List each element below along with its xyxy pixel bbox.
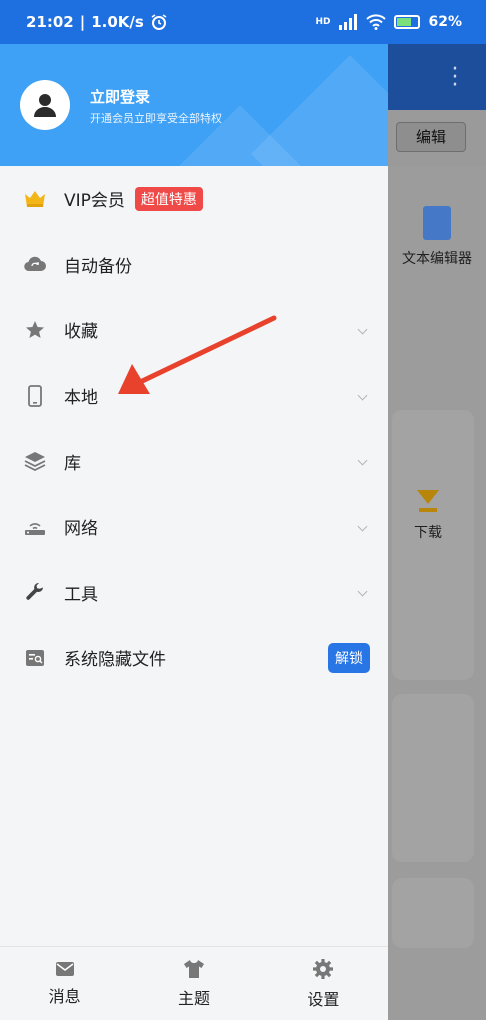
alarm-icon bbox=[151, 14, 167, 30]
navigation-drawer: 立即登录 开通会员立即享受全部特权 VIP会员 超值特惠 自动备份 收藏 本地 … bbox=[0, 44, 388, 1020]
mail-icon bbox=[55, 961, 74, 976]
nav-label: 消息 bbox=[48, 986, 81, 1006]
nav-settings[interactable]: 设置 bbox=[259, 947, 388, 1020]
status-bar: 21:02 | 1.0K/s HD 62% bbox=[0, 0, 486, 44]
tshirt-icon bbox=[183, 959, 204, 978]
wifi-icon bbox=[366, 14, 387, 30]
menu-item-label: 收藏 bbox=[64, 322, 98, 343]
promo-badge: 超值特惠 bbox=[134, 186, 203, 211]
nav-theme[interactable]: 主题 bbox=[129, 947, 258, 1020]
background-breadcrumb: 编辑 bbox=[396, 122, 466, 152]
layers-icon bbox=[24, 450, 46, 472]
status-net-speed: 1.0K/s bbox=[91, 13, 144, 31]
menu-item-label: 自动备份 bbox=[64, 256, 132, 277]
gear-icon bbox=[313, 958, 334, 979]
hd-indicator: HD bbox=[315, 17, 331, 27]
login-subtitle: 开通会员立即享受全部特权 bbox=[90, 112, 222, 125]
drawer-menu: VIP会员 超值特惠 自动备份 收藏 本地 库 网络 工具 系统隐藏文件 解锁 bbox=[0, 166, 388, 691]
login-title[interactable]: 立即登录 bbox=[90, 86, 150, 107]
more-options-icon: · · · bbox=[451, 57, 459, 98]
menu-item-tools[interactable]: 工具 bbox=[0, 560, 388, 626]
menu-item-hidden-files[interactable]: 系统隐藏文件 解锁 bbox=[0, 625, 388, 691]
status-time: 21:02 bbox=[26, 13, 74, 31]
chevron-down-icon[interactable] bbox=[357, 586, 368, 597]
star-icon bbox=[24, 319, 46, 341]
avatar[interactable] bbox=[20, 80, 70, 130]
unlock-button[interactable]: 解锁 bbox=[328, 642, 370, 673]
nav-messages[interactable]: 消息 bbox=[0, 947, 129, 1020]
background-text-editor-tool: 文本编辑器 bbox=[388, 200, 486, 268]
background-app-toolbar bbox=[388, 44, 486, 110]
crown-icon bbox=[24, 188, 46, 210]
background-card bbox=[392, 410, 474, 680]
signal-icon bbox=[339, 14, 358, 30]
chevron-down-icon[interactable] bbox=[357, 521, 368, 532]
nav-label: 主题 bbox=[177, 988, 210, 1008]
nav-label: 设置 bbox=[307, 989, 340, 1009]
background-download-tool: 下载 bbox=[388, 490, 468, 542]
menu-item-label: 库 bbox=[64, 453, 81, 474]
chevron-down-icon[interactable] bbox=[357, 324, 368, 335]
menu-item-label: VIP会员 bbox=[64, 191, 125, 212]
background-card bbox=[392, 878, 474, 948]
menu-item-label: 本地 bbox=[64, 388, 98, 409]
menu-item-network[interactable]: 网络 bbox=[0, 494, 388, 560]
annotation-arrow bbox=[118, 315, 277, 394]
menu-item-label: 系统隐藏文件 bbox=[64, 650, 166, 671]
hidden-file-icon bbox=[24, 647, 46, 669]
battery-percent: 62% bbox=[428, 14, 462, 30]
download-icon bbox=[417, 490, 439, 504]
wrench-icon bbox=[24, 581, 46, 603]
menu-item-library[interactable]: 库 bbox=[0, 428, 388, 494]
user-icon bbox=[34, 94, 56, 117]
menu-item-auto-backup[interactable]: 自动备份 bbox=[0, 232, 388, 298]
menu-item-vip[interactable]: VIP会员 超值特惠 bbox=[0, 166, 388, 232]
phone-icon bbox=[24, 384, 46, 407]
menu-item-label: 网络 bbox=[64, 519, 98, 540]
document-icon bbox=[423, 206, 451, 240]
chevron-down-icon[interactable] bbox=[357, 455, 368, 466]
drawer-bottom-nav: 消息 主题 设置 bbox=[0, 946, 388, 1020]
menu-item-label: 工具 bbox=[64, 584, 98, 605]
router-icon bbox=[24, 516, 46, 538]
cloud-sync-icon bbox=[24, 253, 46, 275]
chevron-down-icon[interactable] bbox=[357, 390, 368, 401]
drawer-header[interactable]: 立即登录 开通会员立即享受全部特权 bbox=[0, 44, 388, 166]
background-card bbox=[392, 694, 474, 862]
battery-icon bbox=[394, 15, 421, 29]
